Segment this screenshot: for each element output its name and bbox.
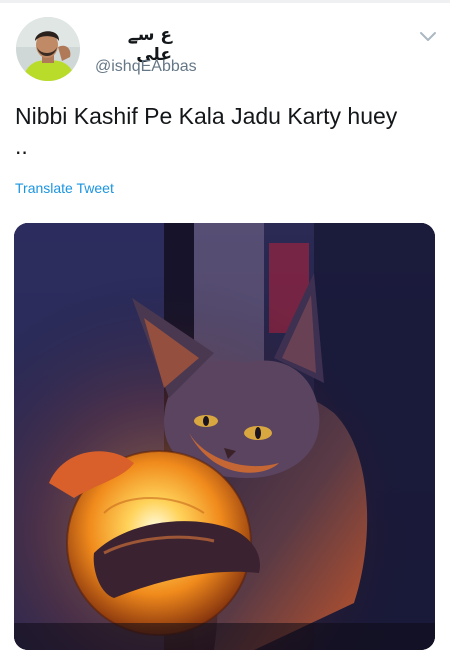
username-handle[interactable]: @ishqEAbbas — [95, 58, 197, 76]
tweet-media-image[interactable] — [14, 223, 435, 650]
chevron-down-icon[interactable] — [418, 26, 438, 46]
tweet-text: Nibbi Kashif Pe Kala Jadu Karty huey .. — [15, 103, 398, 159]
avatar[interactable] — [16, 17, 80, 81]
divider — [0, 0, 450, 3]
tweet-view: ع سے علی @ishqEAbbas Nibbi Kashif Pe Kal… — [0, 0, 450, 665]
translate-tweet-link[interactable]: Translate Tweet — [15, 180, 114, 196]
avatar-photo — [16, 17, 80, 81]
cat-with-glowing-orb-photo — [14, 223, 435, 650]
